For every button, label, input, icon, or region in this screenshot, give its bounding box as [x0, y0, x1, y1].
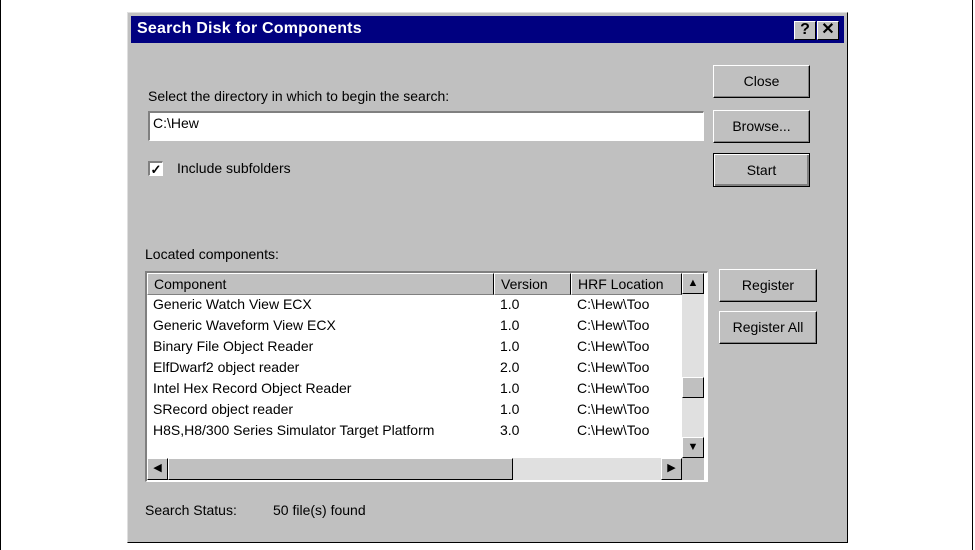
cell-location: C:\Hew\Too	[577, 296, 650, 312]
register-button-label: Register	[741, 277, 795, 293]
title-close-button[interactable]: ✕	[817, 21, 839, 40]
cell-version: 1.0	[500, 296, 520, 312]
column-header-version[interactable]: Version	[494, 273, 571, 295]
browse-button[interactable]: Browse...	[713, 110, 810, 143]
start-button-label: Start	[746, 162, 777, 178]
cell-location: C:\Hew\Too	[577, 380, 650, 396]
cell-component: Binary File Object Reader	[153, 338, 314, 354]
register-all-button-label: Register All	[732, 319, 804, 335]
cell-location: C:\Hew\Too	[577, 422, 650, 438]
cell-version: 1.0	[500, 338, 520, 354]
scroll-up-button[interactable]: ▲	[682, 273, 704, 294]
located-components-label: Located components:	[145, 246, 279, 262]
scroll-right-button[interactable]: ▶	[661, 458, 682, 480]
page-border-right	[972, 0, 973, 550]
scroll-down-button[interactable]: ▼	[682, 437, 704, 458]
dialog-title: Search Disk for Components	[137, 20, 362, 37]
check-icon: ✓	[150, 162, 162, 177]
cell-component: ElfDwarf2 object reader	[153, 359, 300, 375]
cell-version: 1.0	[500, 317, 520, 333]
close-button[interactable]: Close	[713, 65, 810, 98]
help-button[interactable]: ?	[794, 21, 816, 40]
include-subfolders-label[interactable]: Include subfolders	[177, 160, 291, 176]
vertical-scroll-thumb[interactable]	[682, 377, 704, 398]
arrow-down-icon: ▼	[687, 441, 699, 453]
components-list[interactable]: Component Version HRF Location Generic W…	[145, 271, 708, 482]
cell-location: C:\Hew\Too	[577, 338, 650, 354]
cell-version: 1.0	[500, 401, 520, 417]
cell-version: 2.0	[500, 359, 520, 375]
include-subfolders-checkbox[interactable]: ✓	[148, 161, 163, 176]
title-bar: Search Disk for Components ? ✕	[131, 16, 844, 43]
cell-component: SRecord object reader	[153, 401, 294, 417]
close-icon: ✕	[821, 21, 835, 38]
horizontal-scrollbar[interactable]: ◀ ▶	[147, 458, 682, 480]
search-status-value: 50 file(s) found	[273, 502, 366, 518]
cell-component: H8S,H8/300 Series Simulator Target Platf…	[153, 422, 435, 438]
directory-field[interactable]	[148, 111, 704, 141]
cell-component: Intel Hex Record Object Reader	[153, 380, 352, 396]
scroll-left-button[interactable]: ◀	[147, 458, 168, 480]
help-icon: ?	[800, 21, 810, 38]
arrow-right-icon: ▶	[667, 462, 676, 474]
search-status-label: Search Status:	[145, 502, 237, 518]
directory-input[interactable]	[150, 113, 696, 133]
vertical-scrollbar[interactable]: ▲ ▼	[682, 273, 704, 458]
horizontal-scroll-thumb[interactable]	[168, 458, 513, 480]
cell-component: Generic Waveform View ECX	[153, 317, 336, 333]
register-button[interactable]: Register	[719, 269, 817, 302]
column-header-hrf-location[interactable]: HRF Location	[571, 273, 682, 295]
cell-location: C:\Hew\Too	[577, 359, 650, 375]
close-button-label: Close	[743, 73, 780, 89]
cell-location: C:\Hew\Too	[577, 317, 650, 333]
cell-version: 3.0	[500, 422, 520, 438]
scrollbar-corner	[682, 458, 704, 480]
search-disk-dialog: Search Disk for Components ? ✕ Select th…	[127, 12, 848, 543]
arrow-up-icon: ▲	[687, 277, 699, 289]
column-header-component[interactable]: Component	[147, 273, 494, 295]
start-button[interactable]: Start	[713, 153, 810, 187]
cell-component: Generic Watch View ECX	[153, 296, 312, 312]
browse-button-label: Browse...	[732, 118, 791, 134]
cell-location: C:\Hew\Too	[577, 401, 650, 417]
register-all-button[interactable]: Register All	[719, 311, 817, 344]
arrow-left-icon: ◀	[153, 462, 162, 474]
directory-label: Select the directory in which to begin t…	[148, 88, 450, 104]
cell-version: 1.0	[500, 380, 520, 396]
page-border-left	[0, 0, 1, 550]
